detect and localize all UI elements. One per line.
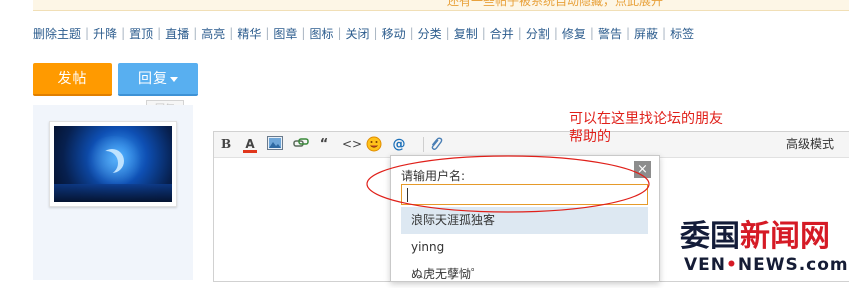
moderation-toolbar: 删除主题 | 升降 | 置顶 | 直播 | 高亮 | 精华 | 图章 | 图标 | 关闭 | 移动 | 分类 | 复制 | 合并… (33, 24, 694, 42)
mod-action-2[interactable]: 升降 (93, 25, 117, 42)
mod-separator: | (409, 26, 414, 40)
suggestion-list: 浪际天涯孤独客 yinng ぬ虎无孽恸゜ (401, 207, 648, 288)
new-post-button[interactable]: 发帖 (33, 63, 112, 96)
mod-separator: | (193, 26, 198, 40)
mod-action-5[interactable]: 高亮 (201, 25, 225, 42)
reply-label: 回复 (138, 71, 168, 87)
username-input[interactable] (401, 184, 648, 205)
annotation-note: 可以在这里找论坛的朋友 帮助的 (569, 110, 723, 146)
close-icon: × (637, 162, 648, 177)
quote-button[interactable]: “ (319, 136, 329, 153)
smiley-icon (366, 136, 382, 152)
reply-button[interactable]: 回复 (118, 63, 198, 96)
chevron-down-icon (170, 76, 178, 82)
advanced-mode-link[interactable]: 高级模式 (786, 136, 834, 153)
mod-action-7[interactable]: 图章 (273, 25, 297, 42)
username-label: 请输用户名: (401, 169, 466, 183)
notice-text[interactable]: 还有一些帖子被系统自动隐藏，点此展开 (447, 0, 663, 9)
mod-action-15[interactable]: 修复 (562, 25, 586, 42)
mod-action-4[interactable]: 直播 (165, 25, 189, 42)
avatar[interactable] (54, 126, 172, 202)
mod-action-9[interactable]: 关闭 (346, 25, 370, 42)
suggestion-item[interactable]: yinng (401, 234, 648, 261)
mod-separator: | (229, 26, 234, 40)
insert-link-button[interactable] (293, 136, 309, 153)
watermark-url: VEN•NEWS.com (684, 255, 849, 275)
moon-icon (100, 149, 124, 173)
toolbar-divider (423, 137, 424, 152)
mention-popup: × 请输用户名: 浪际天涯孤独客 yinng ぬ虎无孽恸゜ (390, 155, 660, 282)
mod-action-10[interactable]: 移动 (382, 25, 406, 42)
notice-bar[interactable]: 还有一些帖子被系统自动隐藏，点此展开 (33, 0, 849, 11)
color-swatch (243, 150, 257, 153)
annotation-line-2: 帮助的 (569, 129, 611, 145)
mod-separator: | (553, 26, 558, 40)
code-button[interactable]: <> (342, 136, 362, 153)
mod-action-14[interactable]: 分割 (526, 25, 550, 42)
mod-action-17[interactable]: 屏蔽 (634, 25, 658, 42)
watermark-title-part1: 委国 (680, 219, 740, 254)
mention-button[interactable]: @ (391, 136, 407, 153)
text-cursor (407, 188, 408, 202)
mod-separator: | (157, 26, 162, 40)
watermark-url-part1: VEN (684, 255, 726, 275)
new-post-label: 发帖 (57, 71, 88, 87)
mod-action-16[interactable]: 警告 (598, 25, 622, 42)
mod-separator: | (85, 26, 90, 40)
watermark-logo: 委国新闻网 VEN•NEWS.com (680, 221, 849, 280)
mod-action-8[interactable]: 图标 (309, 25, 333, 42)
mod-separator: | (589, 26, 594, 40)
mod-separator: | (481, 26, 486, 40)
mod-separator: | (265, 26, 270, 40)
mod-action-18[interactable]: 标签 (670, 25, 694, 42)
font-color-button[interactable]: A (243, 136, 257, 153)
mod-action-6[interactable]: 精华 (237, 25, 261, 42)
mod-action-11[interactable]: 分类 (418, 25, 442, 42)
mod-action-13[interactable]: 合并 (490, 25, 514, 42)
mod-separator: | (517, 26, 522, 40)
insert-image-button[interactable] (267, 136, 283, 153)
mod-separator: | (445, 26, 450, 40)
suggestion-item[interactable]: 浪际天涯孤独客 (401, 207, 648, 234)
mod-action-3[interactable]: 置顶 (129, 25, 153, 42)
avatar-ground (54, 184, 172, 202)
watermark-url-part2: NEWS (737, 255, 799, 275)
mod-separator: | (121, 26, 126, 40)
attachment-button[interactable] (428, 136, 444, 153)
mod-separator: | (337, 26, 342, 40)
close-button[interactable]: × (634, 161, 651, 178)
bold-button[interactable]: B (221, 136, 231, 153)
suggestion-item[interactable]: ぬ虎无孽恸゜ (401, 261, 648, 288)
mod-action-12[interactable]: 复制 (454, 25, 478, 42)
emoji-button[interactable] (366, 136, 382, 153)
avatar-frame[interactable] (49, 121, 177, 207)
watermark-title-part2: 新闻网 (740, 219, 830, 254)
mod-separator: | (301, 26, 306, 40)
image-icon (267, 136, 283, 150)
font-color-label: A (245, 137, 255, 151)
watermark-title: 委国新闻网 (680, 221, 830, 253)
watermark-url-dots: • (726, 255, 738, 275)
mod-separator: | (662, 26, 667, 40)
mod-separator: | (625, 26, 630, 40)
mod-separator: | (373, 26, 378, 40)
paperclip-icon (431, 137, 443, 151)
mod-action-1[interactable]: 删除主题 (33, 25, 81, 42)
watermark-url-part3: .com (798, 255, 849, 275)
annotation-line-1: 可以在这里找论坛的朋友 (569, 111, 723, 127)
link-icon (293, 138, 309, 147)
